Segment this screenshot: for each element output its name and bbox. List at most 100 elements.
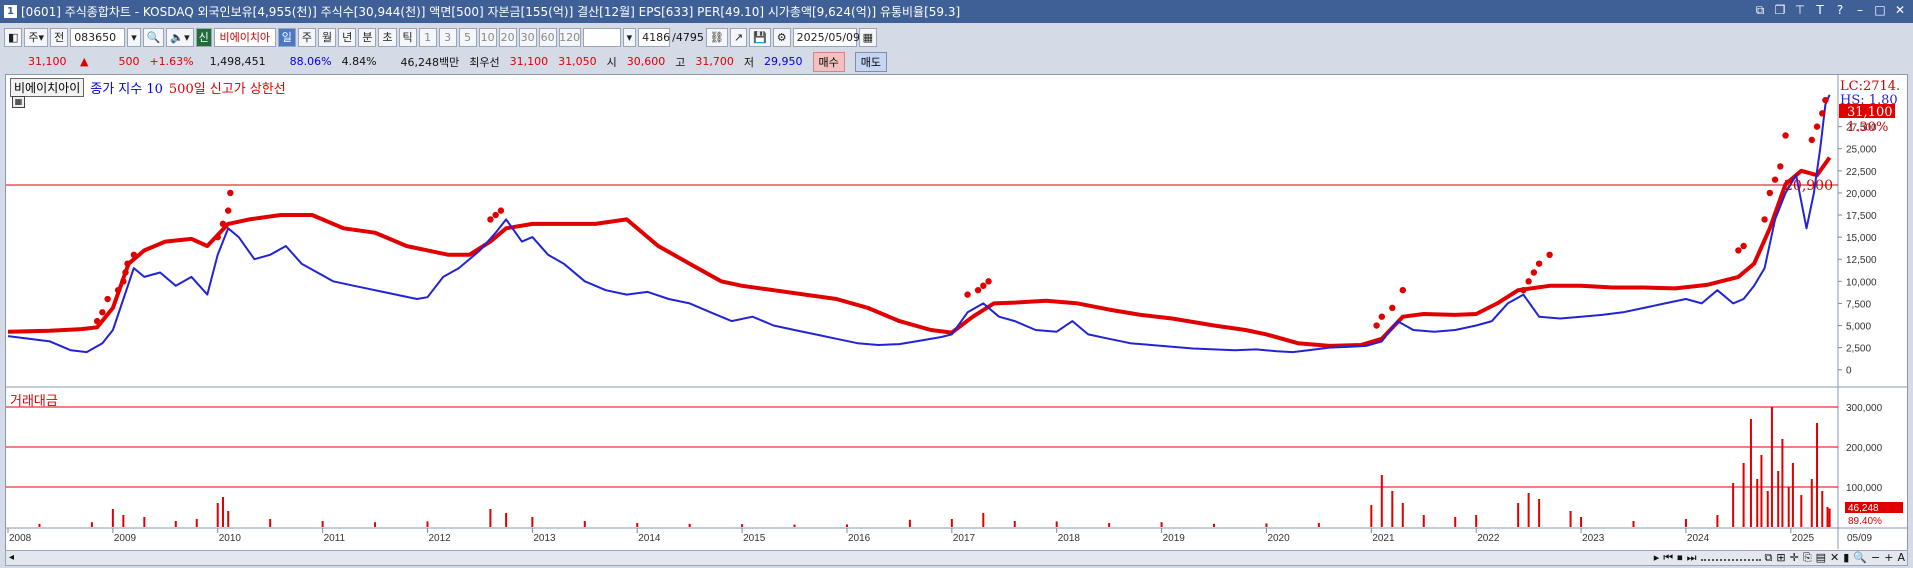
volume-bar	[1013, 521, 1016, 527]
signal-marker	[114, 286, 122, 294]
price-y-tick-label: 2,500	[1846, 344, 1871, 355]
volume-y-tick-label: 100,000	[1846, 483, 1883, 494]
volume-bar	[174, 521, 177, 527]
first-page-icon[interactable]: ⏮	[1663, 551, 1673, 565]
signal-marker	[93, 317, 101, 325]
scroll-controls: ▸ ⏮ ⏹ ⏭ ⧉ ⊞ ✛ ⎘ ▤ ✕ ▮ 🔍 − + A	[1654, 551, 1905, 565]
volume-bar	[1580, 517, 1583, 527]
grid-toggle-icon[interactable]: ⊞	[1776, 551, 1785, 565]
overlay-icon[interactable]: ⎘	[1803, 551, 1812, 565]
volume-bar	[908, 519, 911, 527]
x-tick-label: 2024	[1687, 533, 1710, 544]
legend-high-line[interactable]: 500일 신고가 상한선	[169, 78, 286, 97]
volume-bar	[1401, 503, 1404, 527]
volume-bar	[374, 522, 377, 527]
current-pct-tag: 1.30%	[1847, 120, 1888, 135]
minus-icon[interactable]: −	[1871, 551, 1880, 565]
price-y-tick-label: 0	[1846, 366, 1852, 377]
signal-marker	[1389, 304, 1396, 312]
chart-scrollbar[interactable]: ◂ ▸ ⏮ ⏹ ⏭ ⧉ ⊞ ✛ ⎘ ▤ ✕ ▮ 🔍 − + A	[5, 550, 1908, 566]
x-tick-label: 05/09	[1847, 533, 1872, 544]
volume-bar	[1391, 491, 1394, 527]
signal-marker	[1735, 247, 1742, 254]
volume-bar	[1632, 521, 1635, 527]
x-tick-label: 2022	[1477, 533, 1500, 544]
volume-bar	[122, 515, 125, 527]
zoom-slider[interactable]	[1700, 551, 1761, 561]
volume-bar	[845, 524, 848, 527]
signal-marker	[1766, 189, 1774, 197]
grid-table-icon[interactable]: ▦	[12, 96, 25, 108]
volume-bar	[1517, 503, 1520, 527]
volume-bar	[1742, 463, 1745, 527]
scroll-right-icon[interactable]: ▸	[1654, 551, 1660, 565]
volume-y-tick-label: 200,000	[1846, 443, 1883, 454]
current-price-tag: 31,100	[1847, 105, 1893, 120]
volume-bar	[950, 519, 953, 527]
scroll-left-icon[interactable]: ◂	[9, 551, 14, 565]
signal-marker	[1761, 216, 1768, 223]
legend-close-index[interactable]: 종가 지수 10	[90, 78, 163, 97]
volume-bar	[1538, 499, 1541, 527]
volume-bar	[1317, 523, 1320, 527]
volume-bar	[1569, 511, 1572, 527]
volume-bar	[1527, 493, 1530, 527]
signal-marker	[1777, 163, 1784, 170]
volume-bar	[1749, 419, 1752, 527]
x-tick-label: 2025	[1792, 533, 1815, 544]
crosshair-icon[interactable]: ✛	[1790, 551, 1799, 565]
x-tick-label: 2018	[1058, 533, 1081, 544]
bar-icon[interactable]: ▮	[1843, 551, 1849, 565]
volume-bar	[688, 523, 691, 527]
price-y-tick-label: 22,500	[1846, 167, 1877, 178]
volume-bar	[1800, 495, 1803, 527]
volume-grid	[6, 406, 1838, 488]
signal-marker	[487, 216, 494, 223]
volume-bar	[583, 521, 586, 527]
volume-bar	[1787, 487, 1790, 527]
signal-marker	[974, 286, 982, 294]
volume-bar	[1810, 479, 1813, 527]
volume-bar	[426, 521, 429, 527]
signal-marker	[1520, 286, 1527, 294]
last-page-icon[interactable]: ⏭	[1687, 551, 1697, 565]
x-tick-label: 2020	[1267, 533, 1290, 544]
volume-last-value: 46,248	[1848, 503, 1879, 514]
volume-bar	[1756, 479, 1759, 527]
cross-icon[interactable]: ✕	[1830, 551, 1839, 565]
price-y-tick-label: 17,500	[1846, 211, 1877, 222]
price-y-tick-label: 7,500	[1846, 299, 1871, 310]
zoom-icon[interactable]: 🔍	[1853, 551, 1867, 565]
signal-marker	[964, 291, 971, 298]
signal-marker	[1782, 132, 1789, 139]
signal-marker	[497, 207, 505, 214]
x-tick-label: 2009	[114, 533, 137, 544]
signal-marker	[124, 260, 131, 267]
signal-marker	[1373, 322, 1380, 329]
legend-stock-name[interactable]: 비에이치아이	[10, 78, 85, 97]
volume-bar	[1716, 515, 1719, 527]
signal-marker	[1813, 123, 1821, 130]
volume-bar	[1828, 508, 1831, 527]
volume-bar	[111, 509, 114, 527]
signal-markers-group	[93, 96, 1829, 329]
volume-bar	[1791, 463, 1794, 527]
x-tick-label: 2021	[1372, 533, 1395, 544]
stop-icon[interactable]: ⏹	[1677, 551, 1683, 565]
signal-marker	[225, 207, 232, 214]
table-icon[interactable]: ▤	[1816, 551, 1826, 565]
signal-marker	[214, 233, 221, 241]
price-tags: LC:2714.HS: 1.8031,1001.30%20,90046,2488…	[1784, 79, 1903, 527]
font-size-icon[interactable]: A	[1897, 551, 1905, 565]
x-tick-label: 2010	[219, 533, 242, 544]
volume-bar	[1821, 491, 1824, 527]
chart-svg[interactable]: 0 2,500 5,000 7,500 10,000 12,500 15,000 17,500…	[0, 0, 1913, 552]
chart-legend: 비에이치아이 종가 지수 10 500일 신고가 상한선	[10, 78, 286, 97]
signal-marker	[104, 295, 111, 303]
volume-bar	[741, 524, 744, 527]
plus-icon[interactable]: +	[1884, 551, 1893, 565]
volume-bar	[489, 509, 492, 527]
signal-marker	[227, 189, 234, 197]
volume-bar	[221, 497, 224, 527]
copy-chart-icon[interactable]: ⧉	[1765, 551, 1773, 565]
